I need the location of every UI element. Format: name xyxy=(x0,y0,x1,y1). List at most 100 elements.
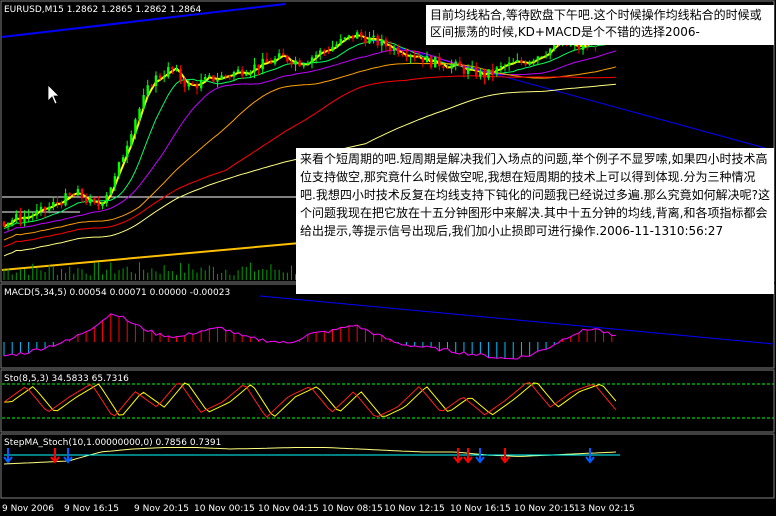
candle-body xyxy=(23,216,26,222)
candle-body xyxy=(417,57,420,59)
candle-body xyxy=(524,62,527,65)
x-tick-label: 10 Nov 20:15 xyxy=(514,504,575,514)
candle-body xyxy=(372,35,375,38)
candle-body xyxy=(421,57,425,63)
stepma-header: StepMA_Stoch(10,1.00000000,0) 0.7856 0.7… xyxy=(4,438,221,448)
candle-body xyxy=(483,70,486,79)
candle-body xyxy=(351,35,355,39)
candle-body xyxy=(199,79,203,89)
candle-body xyxy=(286,55,289,62)
candle-body xyxy=(516,60,519,63)
candle-body xyxy=(126,145,129,158)
x-tick-label: 10 Nov 00:15 xyxy=(194,504,255,514)
candle-body xyxy=(6,222,10,227)
candle-body xyxy=(331,46,334,52)
candle-body xyxy=(179,69,182,81)
candle-body xyxy=(245,74,248,76)
candle-body xyxy=(35,210,39,216)
candle-body xyxy=(72,195,76,197)
candle-body xyxy=(282,53,285,56)
candle-body xyxy=(15,213,18,221)
candle-body xyxy=(212,75,215,82)
candle-body xyxy=(376,35,379,46)
candle-body xyxy=(167,67,170,77)
candle-body xyxy=(347,35,351,38)
candle-body xyxy=(491,69,494,75)
candle-body xyxy=(43,206,47,211)
candle-body xyxy=(76,189,80,196)
candle-body xyxy=(409,55,412,58)
candle-body xyxy=(236,69,240,73)
candle-body xyxy=(442,66,445,68)
candle-body xyxy=(269,62,273,64)
candle-body xyxy=(195,84,199,89)
candle-body xyxy=(187,83,190,87)
candle-body xyxy=(528,61,531,65)
candle-body xyxy=(191,83,195,85)
x-tick-label: 9 Nov 16:15 xyxy=(64,504,119,514)
candle-body xyxy=(335,44,338,47)
candle-body xyxy=(503,65,507,67)
candle-body xyxy=(93,198,96,203)
candle-body xyxy=(310,57,314,63)
candle-body xyxy=(434,56,437,68)
candle-body xyxy=(220,75,223,80)
candle-body xyxy=(257,64,260,70)
candle-body xyxy=(450,64,453,69)
candle-body xyxy=(401,54,404,56)
candle-body xyxy=(261,58,264,70)
candle-body xyxy=(265,58,269,63)
candle-body xyxy=(425,56,429,63)
candle-body xyxy=(290,61,293,65)
candle-body xyxy=(130,134,133,146)
candle-body xyxy=(458,61,462,67)
candle-body xyxy=(121,157,125,163)
candle-body xyxy=(39,206,43,211)
candle-body xyxy=(536,56,540,61)
candle-body xyxy=(392,47,396,51)
candle-body xyxy=(343,37,347,40)
candle-body xyxy=(314,54,318,58)
candle-body xyxy=(487,69,490,79)
candle-body xyxy=(454,61,457,65)
candle-body xyxy=(171,67,174,70)
candle-body xyxy=(208,75,211,78)
candle-body xyxy=(97,202,100,206)
candle-body xyxy=(355,32,359,39)
candle-body xyxy=(413,55,416,58)
candle-body xyxy=(470,66,474,69)
candle-body xyxy=(117,162,121,177)
candle-body xyxy=(27,215,30,217)
candle-body xyxy=(360,32,363,37)
candle-body xyxy=(101,203,104,206)
candle-body xyxy=(339,39,342,45)
candle-body xyxy=(548,48,552,56)
candle-body xyxy=(364,36,367,44)
candle-body xyxy=(47,206,51,211)
note-top: 目前均线粘合,等待欧盘下午吧.这个时候操作均线粘合的时候或区间振荡的时候,KD+… xyxy=(426,5,774,45)
candle-body xyxy=(499,65,503,68)
candle-body xyxy=(388,46,392,51)
candle-body xyxy=(60,203,63,206)
candle-body xyxy=(175,69,178,71)
candle-body xyxy=(475,66,478,77)
candle-body xyxy=(224,75,227,77)
candle-body xyxy=(11,220,14,223)
candle-body xyxy=(479,70,482,77)
candle-body xyxy=(323,50,326,52)
candle-body xyxy=(105,194,108,204)
candle-body xyxy=(512,62,515,64)
candle-body xyxy=(2,221,6,227)
candle-body xyxy=(380,39,384,46)
candle-body xyxy=(154,75,158,86)
candle-body xyxy=(204,77,207,80)
sto-header: Sto(8,5,3) 34.5833 65.7316 xyxy=(4,374,129,384)
candle-body xyxy=(19,213,22,222)
candle-body xyxy=(150,85,154,87)
candle-body xyxy=(405,55,408,58)
candle-body xyxy=(429,56,433,68)
candle-body xyxy=(462,66,466,74)
candle-body xyxy=(146,85,149,96)
candle-body xyxy=(294,60,297,65)
candle-body xyxy=(302,64,305,67)
